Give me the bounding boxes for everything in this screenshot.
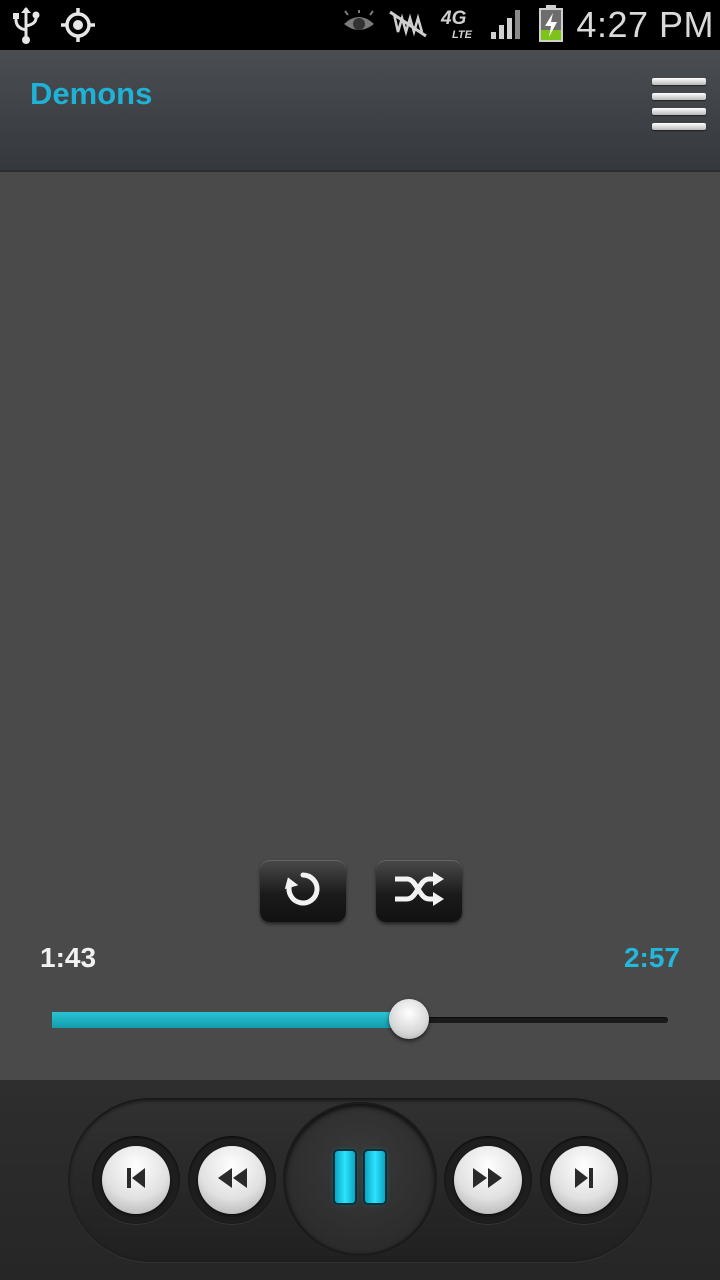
pause-button[interactable]	[285, 1104, 435, 1254]
elapsed-time: 1:43	[40, 942, 97, 973]
menu-icon	[652, 78, 706, 130]
repeat-button[interactable]	[260, 860, 346, 922]
svg-text:LTE: LTE	[452, 29, 473, 40]
rewind-icon	[215, 1165, 249, 1196]
usb-icon	[10, 6, 42, 49]
previous-button[interactable]	[92, 1136, 180, 1224]
status-time: 4:27 PM	[576, 4, 714, 45]
pause-icon	[330, 1150, 390, 1208]
no-signal-icon	[388, 8, 428, 43]
fast-forward-button[interactable]	[444, 1136, 532, 1224]
eye-icon	[342, 9, 376, 41]
repeat-icon	[281, 867, 325, 916]
track-title: Demons	[30, 76, 153, 111]
status-bar: 4G LTE 4:27 PM	[0, 0, 720, 50]
signal-icon	[490, 6, 526, 45]
album-art-area	[0, 172, 720, 842]
svg-text:4G: 4G	[440, 8, 467, 29]
next-button[interactable]	[540, 1136, 628, 1224]
seek-bar[interactable]	[52, 999, 668, 1039]
shuffle-button[interactable]	[376, 860, 462, 922]
next-icon	[573, 1165, 595, 1196]
seek-progress-fill	[52, 1012, 410, 1028]
menu-button[interactable]	[652, 78, 706, 142]
shuffle-icon	[391, 869, 447, 914]
gps-icon	[60, 6, 96, 49]
seek-thumb[interactable]	[389, 999, 430, 1039]
app-header: Demons	[0, 50, 720, 172]
battery-charging-icon	[538, 4, 564, 47]
previous-icon	[125, 1165, 147, 1196]
lte-icon: 4G LTE	[440, 6, 478, 45]
fast-forward-icon	[471, 1165, 505, 1196]
rewind-button[interactable]	[188, 1136, 276, 1224]
total-time: 2:57	[623, 942, 680, 973]
